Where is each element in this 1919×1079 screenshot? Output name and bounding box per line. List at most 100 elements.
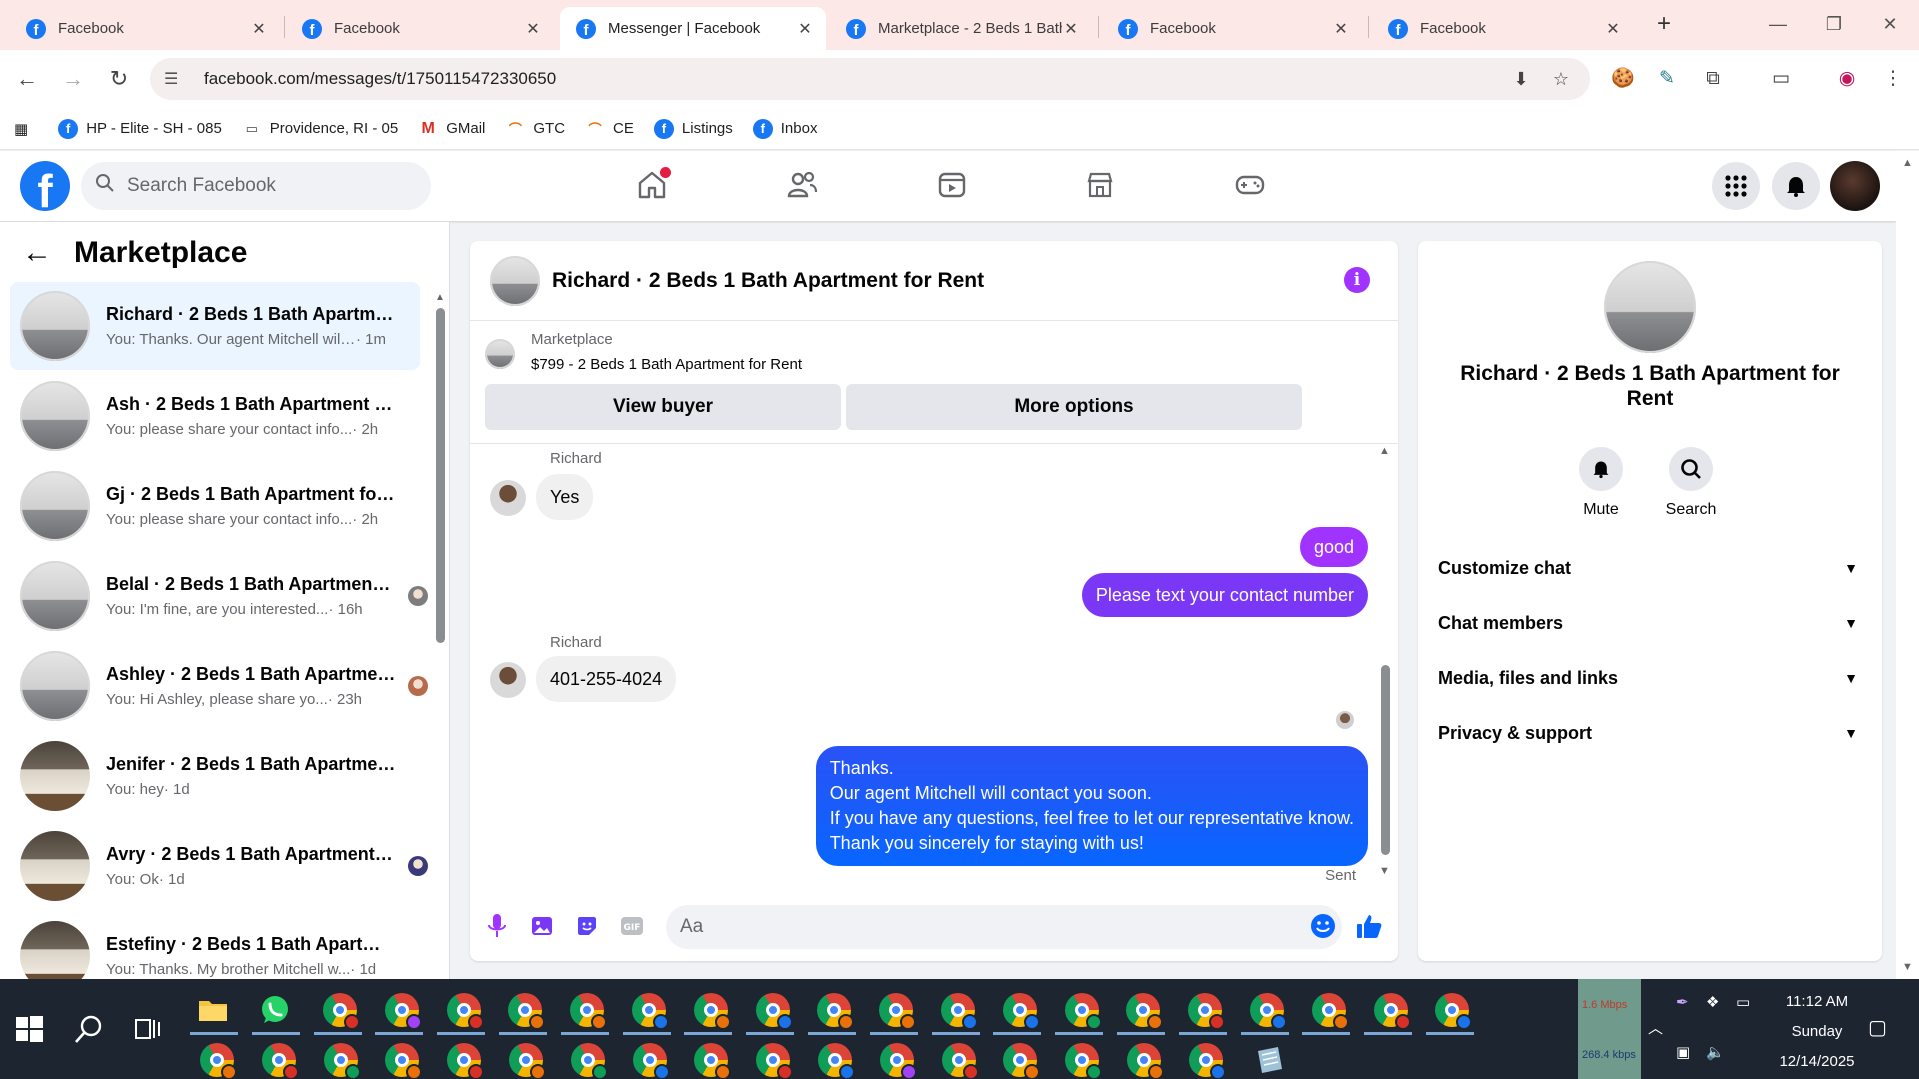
bookmark-star-icon[interactable]: ☆ <box>1550 68 1572 90</box>
bookmark-gmail[interactable]: M GMail <box>418 119 486 139</box>
chrome-profile-icon[interactable] <box>756 1043 794 1079</box>
search-in-chat-button[interactable]: Search <box>1651 447 1731 519</box>
thumbs-up-icon[interactable] <box>1354 911 1384 941</box>
site-settings-icon[interactable]: ☰ <box>164 69 186 89</box>
chrome-profile-icon[interactable] <box>1003 1043 1041 1079</box>
chrome-profile-icon[interactable] <box>1250 993 1287 1030</box>
restore-window-button[interactable]: ❐ <box>1814 10 1854 38</box>
notes-app-icon[interactable] <box>1252 1043 1286 1077</box>
outgoing-message[interactable]: Thanks. Our agent Mitchell will contact y… <box>815 746 1368 866</box>
chrome-profile-icon[interactable] <box>1002 993 1040 1030</box>
gaming-nav-icon[interactable] <box>1230 165 1270 205</box>
video-nav-icon[interactable] <box>932 165 972 205</box>
chrome-profile-icon[interactable] <box>818 1043 855 1079</box>
cookie-extension-icon[interactable]: 🍪 <box>1608 64 1638 94</box>
chrome-profile-icon[interactable] <box>1435 993 1473 1030</box>
chrome-profile-icon[interactable] <box>694 1043 732 1079</box>
scroll-up-icon[interactable]: ▲ <box>1902 157 1913 169</box>
chrome-profile-icon[interactable] <box>323 1043 361 1079</box>
feather-tray-icon[interactable]: ✒ <box>1676 993 1689 1011</box>
chrome-profile-icon[interactable] <box>261 1043 299 1079</box>
dropbox-tray-icon[interactable]: ❖ <box>1706 993 1719 1011</box>
menu-grid-icon[interactable] <box>1712 162 1760 210</box>
chrome-profile-icon[interactable] <box>941 993 978 1030</box>
address-bar[interactable]: ☰ facebook.com/messages/t/17501154723306… <box>150 58 1590 100</box>
chrome-profile-icon[interactable] <box>323 993 360 1030</box>
bookmark-gtc[interactable]: ⌒ GTC <box>505 119 565 139</box>
conversation-item[interactable]: Ash · 2 Beds 1 Bath Apartment for Rent Yo… <box>10 372 420 460</box>
conversation-item[interactable]: Richard · 2 Beds 1 Bath Apartment for Re… <box>10 282 420 370</box>
chrome-profile-icon[interactable] <box>879 993 917 1030</box>
browser-menu-icon[interactable]: ⋮ <box>1878 64 1908 94</box>
chrome-profile-icon[interactable] <box>200 1043 237 1079</box>
chrome-profile-icon[interactable] <box>447 1043 485 1079</box>
chat-title[interactable]: Richard · 2 Beds 1 Bath Apartment for Re… <box>552 269 984 293</box>
bookmark-inbox[interactable]: f Inbox <box>752 118 817 139</box>
bookmark-hp-elite[interactable]: f HP - Elite - SH - 085 <box>58 118 222 139</box>
microphone-icon[interactable] <box>482 911 512 941</box>
close-tab-icon[interactable]: ✕ <box>796 19 814 39</box>
scroll-up-icon[interactable]: ▲ <box>1379 445 1390 457</box>
sticker-icon[interactable] <box>572 911 602 941</box>
chrome-profile-icon[interactable] <box>1188 993 1226 1030</box>
chrome-profile-icon[interactable] <box>632 1043 670 1079</box>
view-buyer-button[interactable]: View buyer <box>485 384 841 430</box>
extensions-puzzle-icon[interactable]: ⧉ <box>1698 64 1728 94</box>
chrome-profile-icon[interactable] <box>1311 993 1349 1030</box>
minimize-window-button[interactable]: — <box>1758 10 1798 38</box>
marketplace-nav-icon[interactable] <box>1080 165 1120 205</box>
scroll-down-icon[interactable]: ▼ <box>1379 865 1390 877</box>
chrome-profile-icon[interactable] <box>817 993 855 1030</box>
mute-button[interactable]: Mute <box>1561 447 1641 519</box>
friends-nav-icon[interactable] <box>782 165 822 205</box>
apps-grid-icon[interactable]: ▦ <box>14 120 28 138</box>
chrome-profile-icon[interactable] <box>693 993 731 1030</box>
gif-icon[interactable]: GIF <box>617 911 647 941</box>
chrome-profile-icon[interactable] <box>446 993 484 1030</box>
browser-tab-4[interactable]: f Marketplace - 2 Beds 1 Bath ✕ <box>830 7 1092 50</box>
scrollbar-thumb[interactable] <box>436 308 445 643</box>
sender-avatar[interactable] <box>490 662 526 698</box>
more-options-button[interactable]: More options <box>846 384 1302 430</box>
show-hidden-icons-chevron-icon[interactable]: ︿ <box>1648 1017 1663 1038</box>
chat-avatar[interactable] <box>490 255 540 306</box>
info-icon[interactable]: i <box>1344 267 1370 293</box>
scrollbar-thumb[interactable] <box>1381 665 1390 855</box>
windows-start-icon[interactable] <box>12 1012 46 1046</box>
sidebar-scrollbar[interactable]: ▲ ▼ <box>435 292 445 979</box>
outgoing-message[interactable]: Please text your contact number <box>1081 573 1368 617</box>
forward-arrow-icon[interactable]: → <box>58 64 88 94</box>
chrome-profile-icon[interactable] <box>385 1043 423 1079</box>
search-facebook-field[interactable]: Search Facebook <box>81 162 431 210</box>
page-scrollbar[interactable]: ▲ ▼ <box>1896 151 1919 979</box>
conversation-item[interactable]: Avry · 2 Beds 1 Bath Apartment for Rent Y… <box>10 822 428 910</box>
chrome-profile-icon[interactable] <box>1373 993 1411 1030</box>
chrome-profile-icon[interactable] <box>941 1043 979 1079</box>
chrome-profile-icon[interactable] <box>384 993 422 1030</box>
chrome-profile-icon[interactable] <box>1064 993 1102 1030</box>
browser-tab-2[interactable]: f Facebook ✕ <box>286 7 554 50</box>
search-icon[interactable] <box>72 1012 106 1046</box>
chrome-profile-icon[interactable] <box>755 993 793 1030</box>
chrome-profile-icon[interactable] <box>570 993 608 1030</box>
file-explorer-icon[interactable] <box>196 993 230 1027</box>
close-tab-icon[interactable]: ✕ <box>1062 19 1080 39</box>
chrome-profile-icon[interactable] <box>1127 1043 1164 1079</box>
bookmark-providence[interactable]: ▭ Providence, RI - 05 <box>242 119 399 139</box>
chrome-profile-icon[interactable] <box>1188 1043 1226 1079</box>
chrome-profile-icon[interactable] <box>879 1043 917 1079</box>
facebook-logo-icon[interactable]: f <box>20 161 70 211</box>
browser-tab-5[interactable]: f Facebook ✕ <box>1102 7 1362 50</box>
privacy-support-section[interactable]: Privacy & support ▼ <box>1438 713 1862 753</box>
photo-icon[interactable] <box>527 911 557 941</box>
task-view-icon[interactable] <box>132 1012 166 1046</box>
media-control-icon[interactable]: ▭ <box>1766 64 1796 94</box>
conversation-item[interactable]: Ashley · 2 Beds 1 Bath Apartment for Ren… <box>10 642 428 730</box>
outgoing-message[interactable]: good <box>1299 527 1368 567</box>
conversation-item[interactable]: Gj · 2 Beds 1 Bath Apartment for Rent You… <box>10 462 420 550</box>
close-window-button[interactable]: ✕ <box>1870 10 1910 38</box>
browser-tab-1[interactable]: f Facebook ✕ <box>10 7 280 50</box>
listing-title[interactable]: $799 - 2 Beds 1 Bath Apartment for Rent <box>531 356 802 373</box>
system-clock[interactable]: 11:12 AM Sunday 12/14/2025 <box>1762 987 1872 1077</box>
close-tab-icon[interactable]: ✕ <box>250 19 268 39</box>
